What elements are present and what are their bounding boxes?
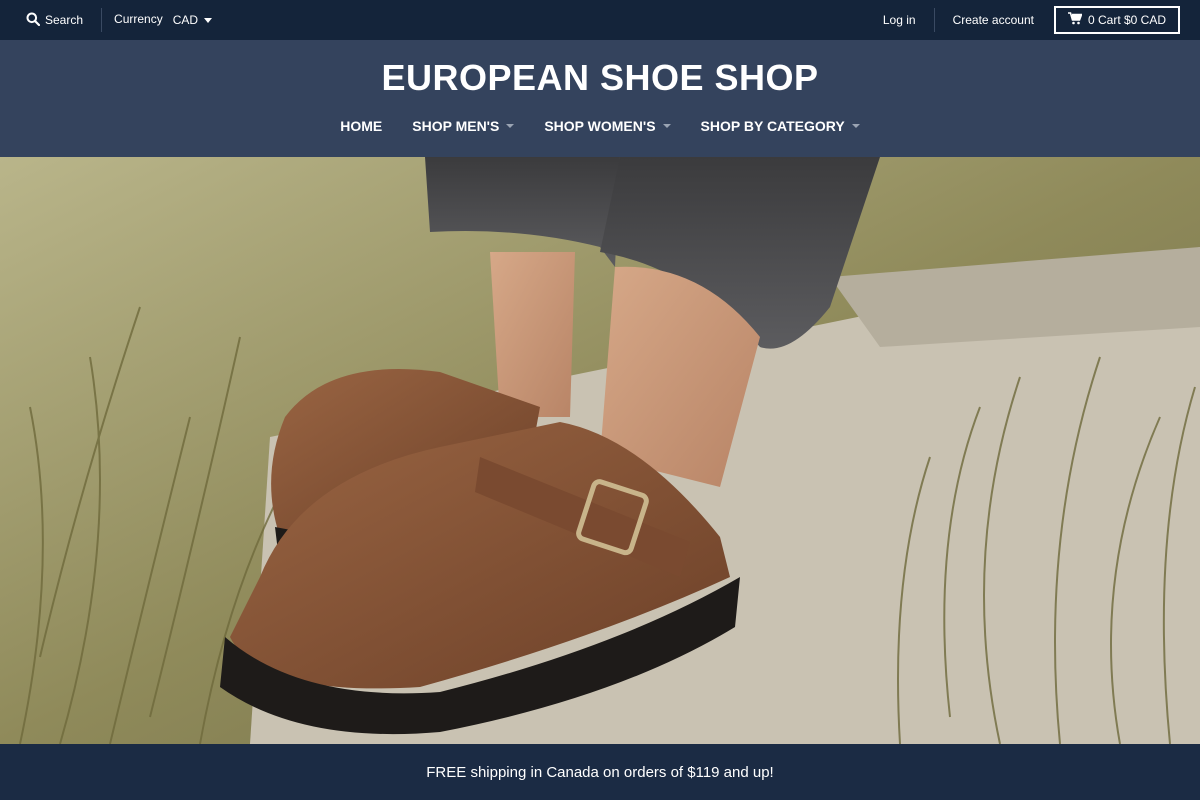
search-icon [26, 12, 41, 29]
search-label: Search [45, 13, 84, 27]
cart-icon [1067, 12, 1083, 28]
cart-button[interactable]: 0 Cart $0 CAD [1053, 6, 1180, 34]
chevron-down-icon [506, 124, 515, 128]
create-account-link[interactable]: Create account [947, 13, 1040, 27]
divider [101, 8, 103, 32]
svg-text:ee: ee [930, 734, 953, 744]
hero-image[interactable]: ee [0, 157, 1200, 744]
currency-picker: Currency CAD [114, 12, 213, 27]
nav-item-shop-mens[interactable]: SHOP MEN'S [412, 118, 515, 134]
top-bar-right: Log in Create account 0 Cart $0 CAD [877, 0, 1180, 40]
nav-item-label: SHOP WOMEN'S [544, 118, 656, 134]
chevron-down-icon [204, 17, 213, 23]
chevron-down-icon [851, 124, 860, 128]
site-logo[interactable]: EUROPEAN SHOE SHOP [0, 57, 1200, 99]
hero-photo-clogs: ee [0, 157, 1200, 744]
top-bar: Search Currency CAD Log in Create accoun… [0, 0, 1200, 40]
top-bar-left: Search Currency CAD [20, 0, 213, 40]
shipping-banner-text: FREE shipping in Canada on orders of $11… [426, 763, 774, 781]
nav-item-home[interactable]: HOME [340, 118, 382, 134]
site-header: EUROPEAN SHOE SHOP HOME SHOP MEN'S SHOP … [0, 40, 1200, 157]
currency-select[interactable]: CAD [172, 13, 213, 27]
cart-label: 0 Cart $0 CAD [1087, 13, 1166, 27]
main-nav: HOME SHOP MEN'S SHOP WOMEN'S SHOP BY CAT… [0, 118, 1200, 134]
chevron-down-icon [662, 124, 671, 128]
login-link[interactable]: Log in [877, 13, 922, 27]
search-link[interactable]: Search [20, 12, 89, 29]
divider [933, 8, 935, 32]
nav-item-label: SHOP MEN'S [412, 118, 500, 134]
nav-item-label: SHOP BY CATEGORY [700, 118, 845, 134]
shipping-banner: FREE shipping in Canada on orders of $11… [0, 744, 1200, 800]
nav-item-shop-womens[interactable]: SHOP WOMEN'S [544, 118, 671, 134]
currency-value: CAD [172, 13, 199, 27]
nav-item-shop-by-category[interactable]: SHOP BY CATEGORY [701, 118, 860, 134]
nav-item-label: HOME [340, 118, 383, 134]
currency-label: Currency [114, 12, 163, 26]
